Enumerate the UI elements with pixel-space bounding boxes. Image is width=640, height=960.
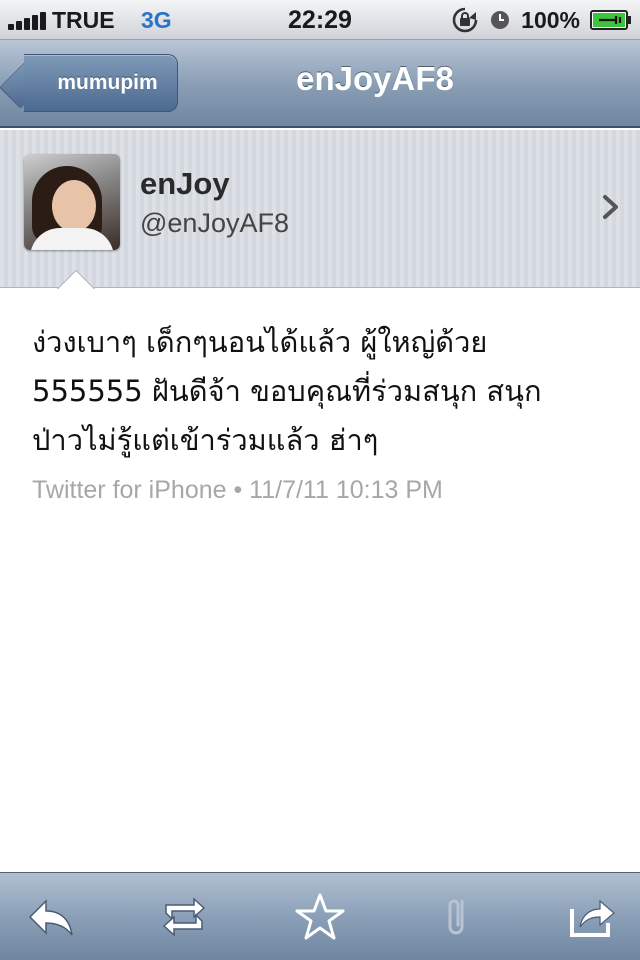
- share-button[interactable]: [564, 889, 620, 945]
- profile-name: enJoy: [140, 166, 230, 201]
- battery-percentage: 100%: [521, 6, 580, 33]
- status-right-group: 100%: [451, 6, 632, 34]
- back-button[interactable]: mumupim: [24, 54, 178, 112]
- favorite-button[interactable]: [292, 889, 348, 945]
- tweet-line-3: ป่าวไม่รู้แต่เข้าร่วมแล้ว ฮ่าๆ: [32, 423, 379, 457]
- avatar-face-shape: [52, 180, 96, 232]
- profile-header[interactable]: enJoy @enJoyAF8: [0, 130, 640, 288]
- reply-icon: [28, 899, 73, 936]
- chevron-right-icon: [603, 195, 618, 219]
- status-bar: TRUE 3G 22:29 100%: [0, 0, 640, 40]
- tweet-line-2: 555555 ฝันดีจ้า ขอบคุณที่ร่วมสนุก สนุก: [32, 374, 542, 408]
- rotation-lock-icon: [452, 7, 478, 33]
- nav-title: enJoyAF8: [296, 60, 454, 97]
- retweet-icon: [162, 897, 206, 937]
- back-button-wrapper: mumupim: [12, 40, 182, 128]
- speech-pointer: [55, 268, 95, 289]
- tweet-text: ง่วงเบาๆ เด็กๆนอนได้แล้ว ผู้ใหญ่ด้วย 555…: [32, 318, 612, 465]
- favorite-star-icon: [295, 893, 345, 940]
- bottom-toolbar: [0, 872, 640, 960]
- alarm-icon: [491, 11, 510, 29]
- profile-handle: @enJoyAF8: [140, 208, 289, 238]
- tweet-meta: Twitter for iPhone • 11/7/11 10:13 PM: [32, 476, 443, 504]
- reply-button[interactable]: [22, 889, 78, 945]
- attach-paperclip-icon: [448, 899, 464, 935]
- share-icon: [570, 899, 615, 937]
- battery-charging-icon: [590, 10, 631, 30]
- avatar[interactable]: [24, 154, 120, 250]
- retweet-button[interactable]: [156, 889, 212, 945]
- attach-button[interactable]: [430, 889, 486, 945]
- back-button-label: mumupim: [57, 71, 158, 94]
- navigation-bar: mumupim enJoyAF8: [0, 40, 640, 128]
- tweet-line-1: ง่วงเบาๆ เด็กๆนอนได้แล้ว ผู้ใหญ่ด้วย: [32, 325, 488, 359]
